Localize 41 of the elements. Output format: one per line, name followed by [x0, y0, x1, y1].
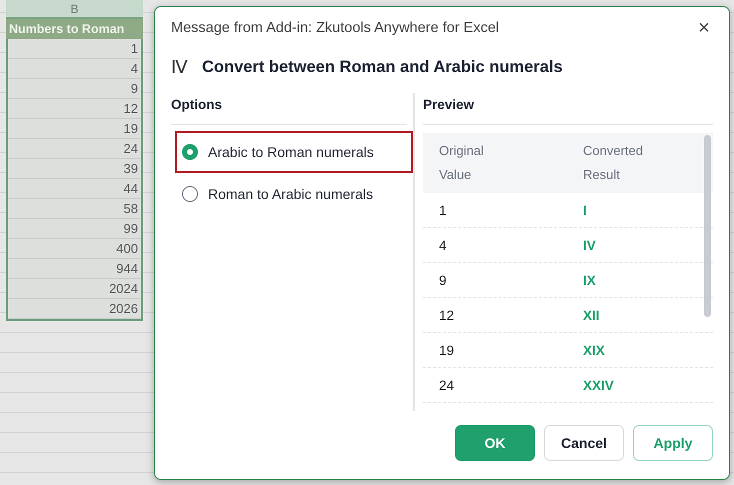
- table-cell-text: XXIV: [583, 378, 615, 392]
- table-cell-text: 1: [439, 202, 448, 218]
- table-cell: 2026: [8, 299, 141, 319]
- table-cell-text: 12: [439, 308, 456, 322]
- table-cell: 12: [8, 99, 141, 119]
- table-cell: 24: [8, 139, 141, 159]
- radio-icon[interactable]: [182, 186, 198, 202]
- radio-icon[interactable]: [182, 144, 198, 160]
- window-title: Message from Add-in: Zkutools Anywhere for Excel: [171, 20, 500, 36]
- table-cell: 9: [8, 79, 141, 99]
- header-cell: Numbers to Roman: [6, 19, 143, 39]
- table-cell: 1: [8, 39, 141, 59]
- table-cell: 39: [8, 159, 141, 179]
- table-cell-text: 9: [439, 272, 448, 288]
- section-label: Preview: [423, 93, 713, 125]
- table-cell-text: XIX: [583, 342, 606, 358]
- table-cell: 2024: [8, 279, 141, 299]
- table-cell-text: XII: [583, 308, 601, 322]
- close-button[interactable]: ×: [695, 19, 713, 37]
- table-cell-text: 24: [439, 378, 456, 392]
- table-cell-text: IX: [583, 272, 597, 288]
- dialog-heading: Convert between Roman and Arabic numerals: [202, 58, 563, 76]
- table-cell: 944: [8, 259, 141, 279]
- column-header: Original Value: [439, 142, 485, 184]
- table-cell: 4: [8, 59, 141, 79]
- radio-option[interactable]: Arabic to Roman numerals: [175, 131, 413, 173]
- table-cell: 44: [8, 179, 141, 199]
- table-cell-text: I: [583, 202, 588, 218]
- table-cell-text: 19: [439, 342, 456, 358]
- table-cell-text: 4: [439, 238, 448, 252]
- table-cell: 19: [8, 119, 141, 139]
- table-cell: 58: [8, 199, 141, 219]
- scrollbar-thumb[interactable]: [704, 135, 711, 317]
- radio-option[interactable]: Roman to Arabic numerals: [175, 173, 413, 215]
- cancel-button[interactable]: Cancel: [544, 425, 624, 461]
- table-cell: 400: [8, 239, 141, 259]
- roman-numeral-icon: Ⅳ: [171, 56, 188, 78]
- table-cell-text: IV: [583, 238, 597, 252]
- table-cell: 99: [8, 219, 141, 239]
- section-label: Options: [171, 93, 407, 125]
- column-header: Converted Result: [583, 142, 644, 184]
